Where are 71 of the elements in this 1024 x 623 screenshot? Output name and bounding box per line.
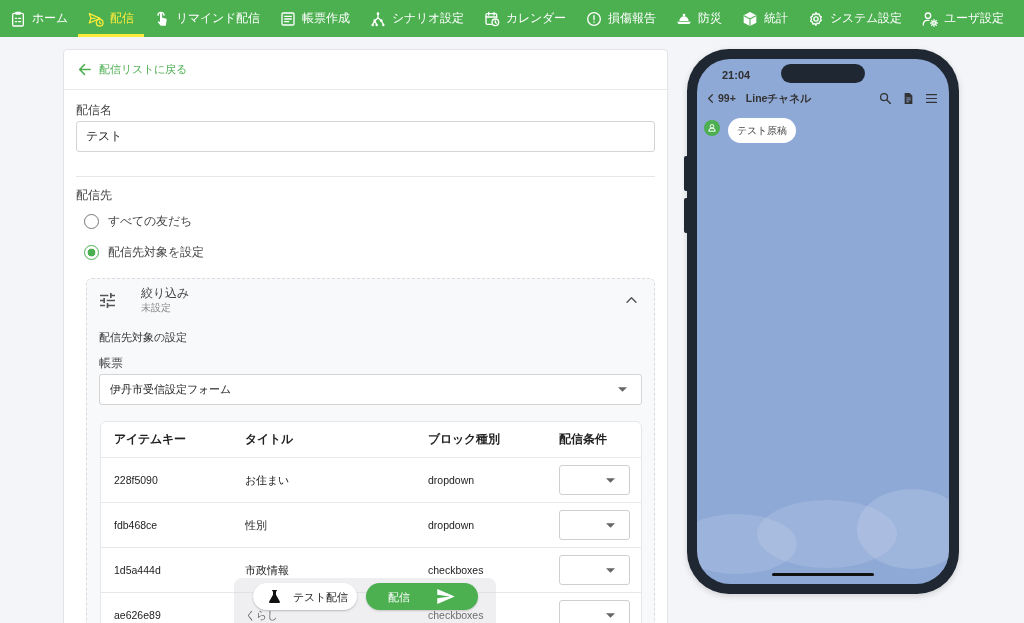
table-cell-text: dropdown (427, 519, 476, 531)
filter-status: 未設定 (141, 302, 172, 314)
column-header: アイテムキー (113, 432, 187, 447)
table-cell-text: 228f5090 (113, 474, 159, 486)
nav-tab[interactable]: ホーム (0, 0, 78, 37)
alert-icon (586, 10, 602, 27)
document-icon (280, 10, 296, 27)
caret-icon (606, 612, 615, 618)
hand-pointer-icon (154, 10, 170, 27)
field-label: 帳票 (99, 356, 124, 371)
table-cell-text: checkboxes (427, 564, 485, 576)
channel-name: Lineチャネル (745, 91, 812, 105)
status-time: 21:04 (722, 68, 751, 82)
table-cell-text: 1d5a444d (113, 564, 162, 576)
cube-icon (742, 10, 758, 27)
send-button[interactable]: 配信 (366, 583, 478, 610)
field-label: 配信名 (76, 103, 113, 118)
caret-icon (606, 522, 615, 528)
document-icon[interactable] (903, 92, 914, 104)
caret-icon (606, 567, 615, 573)
radio-button[interactable] (84, 245, 99, 260)
flask-icon (268, 590, 281, 603)
nav-tab[interactable]: 配信 (78, 0, 144, 37)
table-cell-text: checkboxes (427, 609, 485, 621)
radio-button[interactable] (84, 214, 99, 229)
search-icon[interactable] (880, 92, 891, 104)
arrow-left-icon (78, 63, 91, 76)
chevron-up-icon[interactable] (626, 296, 637, 304)
sliders-icon (100, 292, 115, 308)
clipboard-icon (10, 10, 26, 27)
section-title: 配信先対象の設定 (99, 330, 188, 344)
table-cell-text: fdb468ce (113, 519, 159, 531)
table-cell-text: ae626e89 (113, 609, 162, 621)
nav-tab[interactable]: 帳票作成 (270, 0, 360, 37)
table-cell-text: 市政情報 (244, 564, 290, 576)
nav-tab[interactable]: 統計 (732, 0, 798, 37)
nav-tab[interactable]: リマインド配信 (144, 0, 270, 37)
nav-tab[interactable]: 防災 (666, 0, 732, 37)
node-tree-icon (370, 10, 386, 27)
option-label[interactable]: すべての友だち (108, 214, 192, 229)
column-header: ブロック種別 (427, 432, 501, 447)
message-bubble: テスト原稿 (728, 118, 796, 143)
nav-tab[interactable]: ユーザ設定 (912, 0, 1014, 37)
caret-icon (618, 387, 627, 392)
send-icon (437, 589, 455, 604)
nav-tab[interactable]: カレンダー (474, 0, 576, 37)
nav-tab[interactable]: 損傷報告 (576, 0, 666, 37)
table-cell-text: くらし (244, 609, 279, 621)
table-cell-text: お住まい (244, 474, 290, 486)
text-input-field[interactable]: テスト (76, 121, 655, 152)
back-link[interactable]: 配信リストに戻る (78, 63, 187, 76)
menu-icon[interactable] (926, 92, 937, 104)
chevron-left-icon[interactable] (707, 93, 714, 103)
table-cell-text: dropdown (427, 474, 476, 486)
section-label: 配信先 (76, 188, 113, 203)
form-select[interactable]: 伊丹市受信設定フォーム (99, 374, 642, 405)
calendar-clock-icon (484, 10, 500, 27)
option-label[interactable]: 配信先対象を設定 (108, 245, 204, 260)
test-send-button[interactable]: テスト配信 (253, 583, 357, 610)
column-header: タイトル (244, 432, 294, 447)
avatar-icon (704, 120, 720, 136)
nav-tab[interactable]: システム設定 (798, 0, 912, 37)
settings-icon (808, 10, 824, 27)
table-cell-text: 性別 (244, 519, 268, 531)
column-header: 配信条件 (558, 432, 608, 447)
filter-title: 絞り込み (141, 286, 189, 301)
send-clock-icon (88, 10, 104, 27)
caret-icon (606, 477, 615, 483)
unread-count: 99+ (718, 91, 736, 105)
nav-tab[interactable]: シナリオ設定 (360, 0, 474, 37)
user-gear-icon (922, 10, 938, 27)
